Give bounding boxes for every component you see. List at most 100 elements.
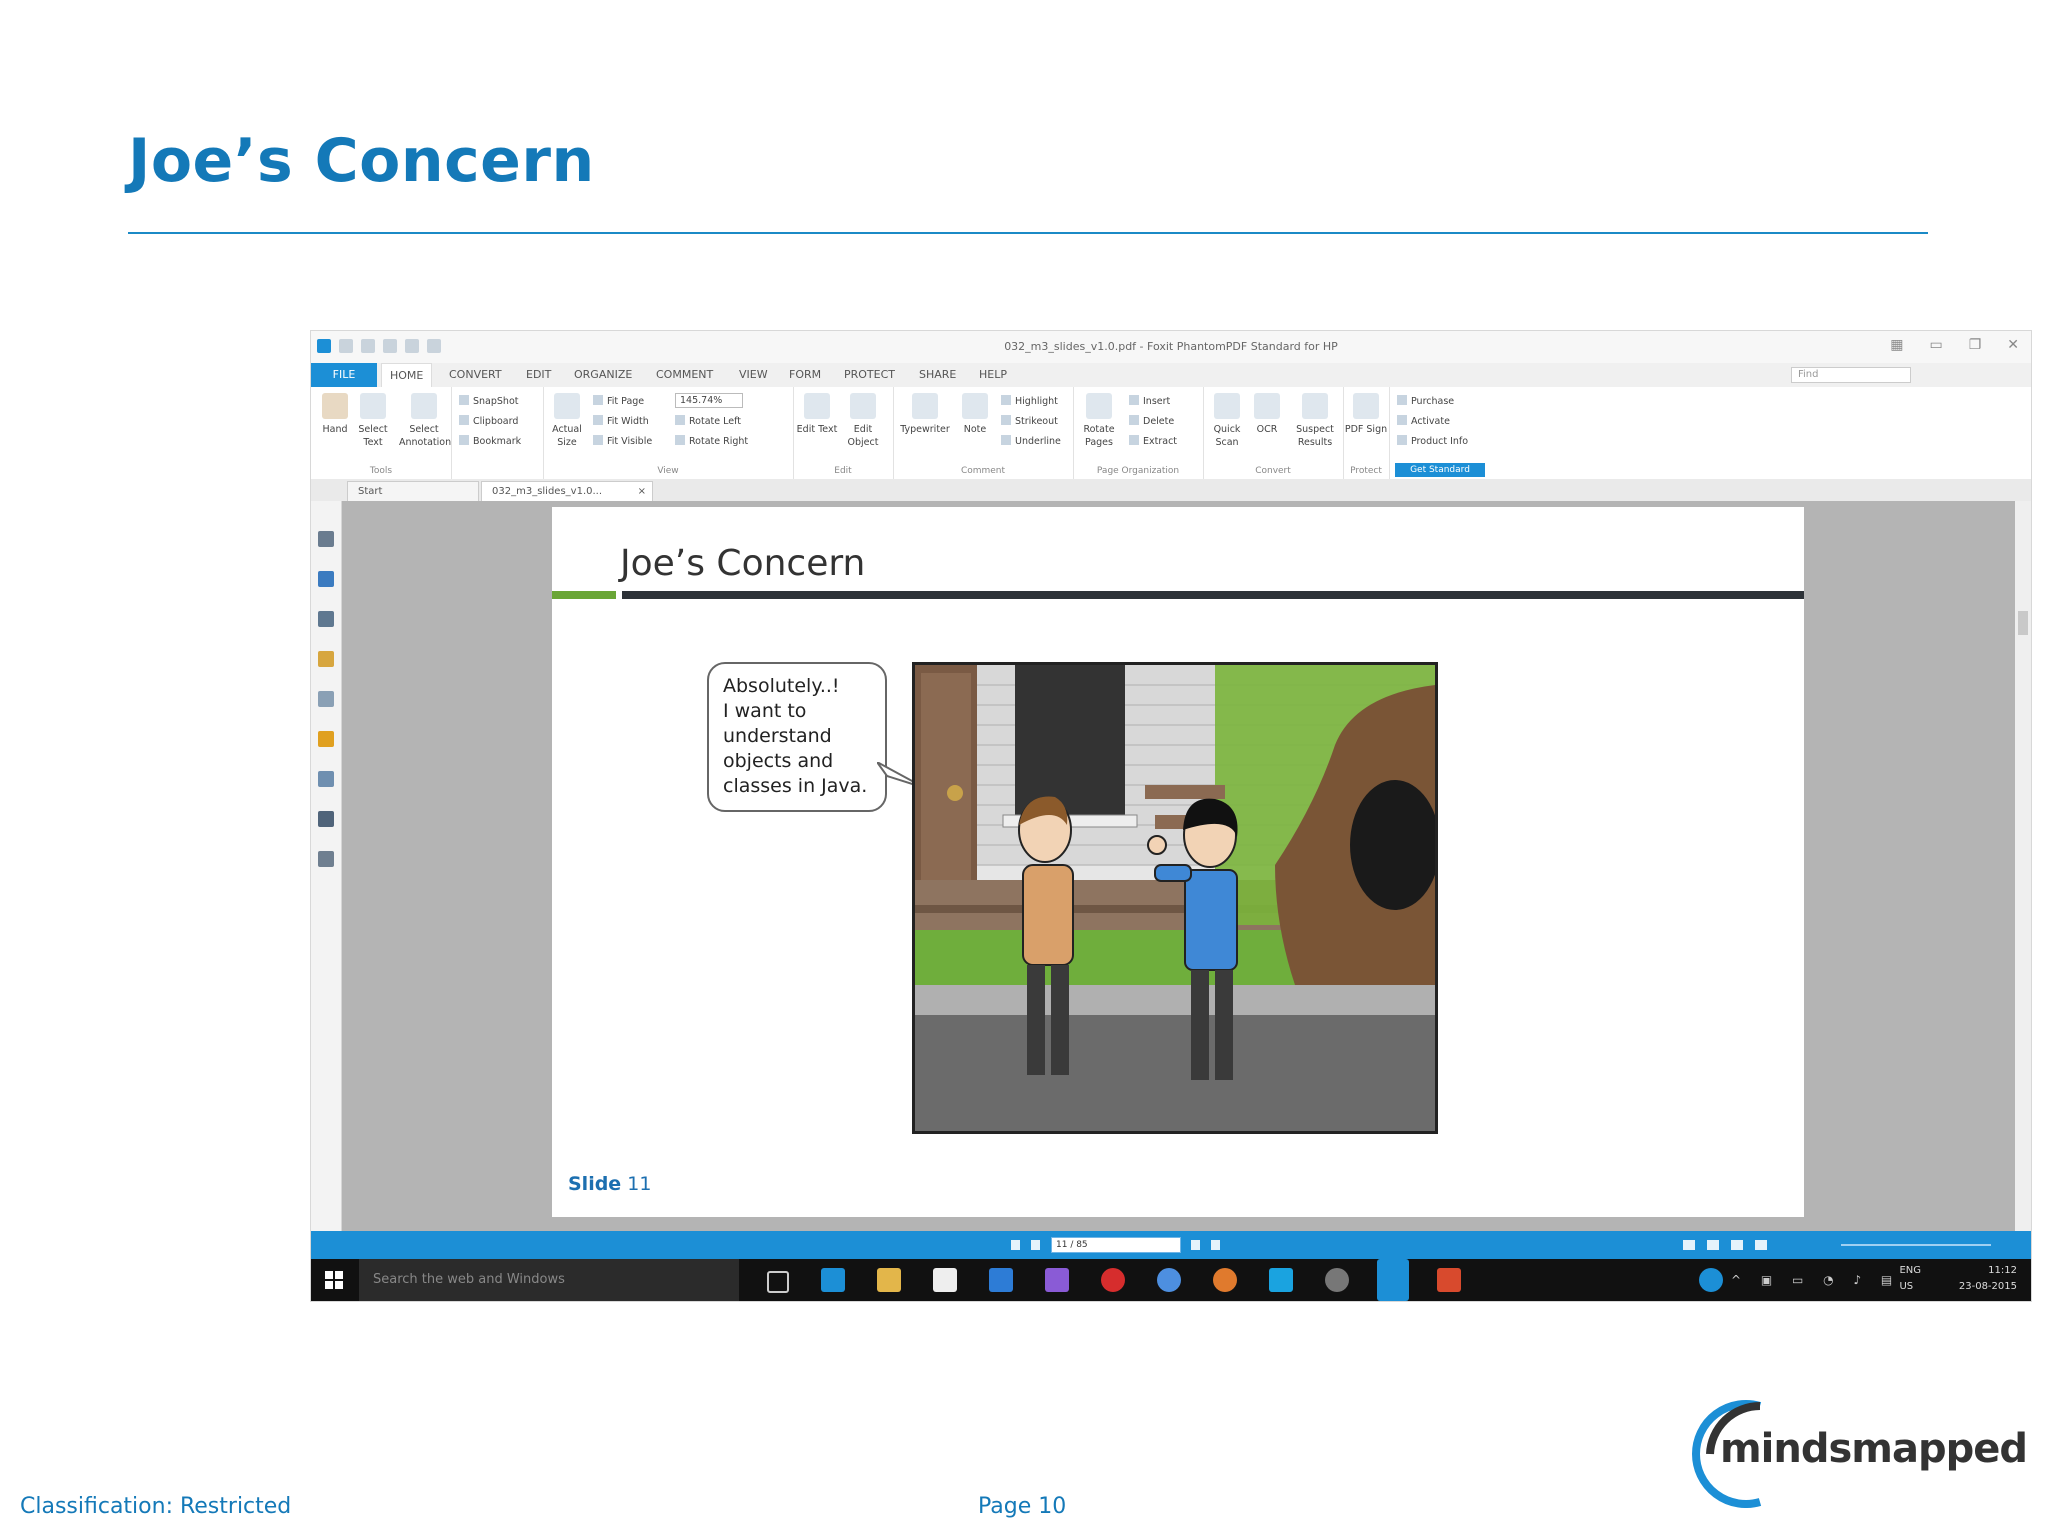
fit-visible-button[interactable]: Fit Visible — [593, 435, 652, 447]
dropbox-icon[interactable] — [989, 1268, 1013, 1292]
title-divider — [128, 232, 1928, 234]
layout-icon[interactable]: ▦ — [1890, 337, 1903, 353]
bookmark-button[interactable]: Bookmark — [459, 435, 521, 447]
first-page-icon[interactable] — [1011, 1240, 1020, 1250]
taskbar-search-input[interactable]: Search the web and Windows — [359, 1259, 739, 1301]
rotate-left-icon — [675, 415, 685, 425]
tab-file[interactable]: FILE — [311, 363, 377, 387]
product-info-button[interactable]: Product Info — [1397, 435, 1468, 447]
store-icon[interactable] — [933, 1268, 957, 1292]
powerpoint-icon[interactable] — [1437, 1268, 1461, 1292]
edit-text-button[interactable]: Edit Text — [795, 393, 839, 436]
facing-icon[interactable] — [1731, 1240, 1743, 1250]
insert-button[interactable]: Insert — [1129, 395, 1170, 407]
group-label-convert: Convert — [1255, 466, 1291, 476]
help-icon[interactable] — [1699, 1268, 1723, 1292]
navigation-panel — [311, 501, 342, 1231]
zoom-slider[interactable] — [1841, 1244, 1991, 1246]
ribbon-group-comment: Typewriter Note Highlight Strikeout Unde… — [893, 387, 1074, 479]
clock[interactable]: 11:12 23-08-2015 — [1959, 1263, 2017, 1295]
comments-icon[interactable] — [318, 611, 334, 627]
rotate-right-button[interactable]: Rotate Right — [675, 435, 748, 447]
tab-comment[interactable]: COMMENT — [656, 368, 713, 381]
note-icon — [962, 393, 988, 419]
snapshot-button[interactable]: SnapShot — [459, 395, 519, 407]
tab-share[interactable]: SHARE — [919, 368, 956, 381]
pdf-sign-button[interactable]: PDF Sign — [1344, 393, 1388, 436]
settings-icon[interactable] — [1325, 1268, 1349, 1292]
opera-icon[interactable] — [1101, 1268, 1125, 1292]
firefox-icon[interactable] — [1213, 1268, 1237, 1292]
minimize-icon[interactable]: ▭ — [1929, 337, 1942, 353]
skype-icon[interactable] — [1269, 1268, 1293, 1292]
task-view-icon[interactable] — [767, 1271, 789, 1293]
tab-organize[interactable]: ORGANIZE — [574, 368, 632, 381]
media-icon[interactable] — [1045, 1268, 1069, 1292]
zoom-select[interactable]: 145.74% — [675, 393, 744, 408]
delete-icon — [1129, 415, 1139, 425]
signature-icon[interactable] — [318, 771, 334, 787]
windows-start-icon[interactable] — [325, 1271, 343, 1289]
lock-icon[interactable] — [318, 731, 334, 747]
find-input[interactable]: Find — [1791, 367, 1911, 383]
close-tab-icon[interactable]: × — [638, 482, 646, 502]
restore-icon[interactable]: ❐ — [1969, 337, 1982, 353]
delete-button[interactable]: Delete — [1129, 415, 1174, 427]
extract-button[interactable]: Extract — [1129, 435, 1177, 447]
quick-scan-button[interactable]: Quick Scan — [1205, 393, 1249, 449]
edit-object-button[interactable]: Edit Object — [841, 393, 885, 449]
tab-convert[interactable]: CONVERT — [449, 368, 502, 381]
layers-icon[interactable] — [318, 571, 334, 587]
tab-protect[interactable]: PROTECT — [844, 368, 895, 381]
next-page-icon[interactable] — [1191, 1240, 1200, 1250]
strikeout-button[interactable]: Strikeout — [1001, 415, 1058, 427]
tray-icons[interactable]: ^ ▣ ▭ ◔ ♪ ▤ — [1731, 1273, 1900, 1287]
single-page-icon[interactable] — [1683, 1240, 1695, 1250]
clipboard-button[interactable]: Clipboard — [459, 415, 518, 427]
note-button[interactable]: Note — [953, 393, 997, 436]
rotate-left-button[interactable]: Rotate Left — [675, 415, 741, 427]
pages-icon[interactable] — [318, 531, 334, 547]
tab-start[interactable]: Start — [347, 481, 479, 502]
select-annotation-button[interactable]: Select Annotation — [399, 393, 451, 449]
underline-button[interactable]: Underline — [1001, 435, 1061, 447]
activate-button[interactable]: Activate — [1397, 415, 1450, 427]
last-page-icon[interactable] — [1211, 1240, 1220, 1250]
prev-page-icon[interactable] — [1031, 1240, 1040, 1250]
fit-page-icon — [593, 395, 603, 405]
chrome-icon[interactable] — [1157, 1268, 1181, 1292]
document-canvas[interactable]: Joe’s Concern Absolutely..! I want to un… — [342, 501, 2031, 1231]
attachments-icon[interactable] — [318, 651, 334, 667]
select-text-button[interactable]: Select Text — [351, 393, 395, 449]
cover-facing-icon[interactable] — [1755, 1240, 1767, 1250]
rotate-pages-button[interactable]: Rotate Pages — [1077, 393, 1121, 449]
ocr-button[interactable]: OCR — [1245, 393, 1289, 436]
tab-edit[interactable]: EDIT — [526, 368, 551, 381]
tab-view[interactable]: VIEW — [739, 368, 768, 381]
link-icon[interactable] — [318, 691, 334, 707]
fit-width-button[interactable]: Fit Width — [593, 415, 649, 427]
edge-icon[interactable] — [821, 1268, 845, 1292]
highlight-button[interactable]: Highlight — [1001, 395, 1058, 407]
tab-document[interactable]: 032_m3_slides_v1.0... × — [481, 481, 653, 502]
tab-form[interactable]: FORM — [789, 368, 821, 381]
fit-page-button[interactable]: Fit Page — [593, 395, 644, 407]
typewriter-button[interactable]: Typewriter — [897, 393, 953, 436]
get-standard-button[interactable]: Get Standard — [1395, 463, 1485, 477]
file-explorer-icon[interactable] — [877, 1268, 901, 1292]
tab-home[interactable]: HOME — [381, 363, 433, 388]
suspect-results-button[interactable]: Suspect Results — [1289, 393, 1341, 449]
purchase-button[interactable]: Purchase — [1397, 395, 1454, 407]
info-icon — [1397, 435, 1407, 445]
page-number-field[interactable]: 11 / 85 — [1051, 1237, 1181, 1253]
vertical-scrollbar[interactable] — [2015, 501, 2031, 1231]
scroll-thumb[interactable] — [2018, 611, 2028, 635]
language-indicator[interactable]: ENG US — [1899, 1263, 1921, 1295]
tools-icon[interactable] — [318, 851, 334, 867]
tab-help[interactable]: HELP — [979, 368, 1007, 381]
close-icon[interactable]: ✕ — [2007, 337, 2019, 353]
foxit-taskbar-icon[interactable] — [1377, 1259, 1409, 1301]
actual-size-button[interactable]: Actual Size — [545, 393, 589, 449]
panel-icon[interactable] — [318, 811, 334, 827]
continuous-icon[interactable] — [1707, 1240, 1719, 1250]
